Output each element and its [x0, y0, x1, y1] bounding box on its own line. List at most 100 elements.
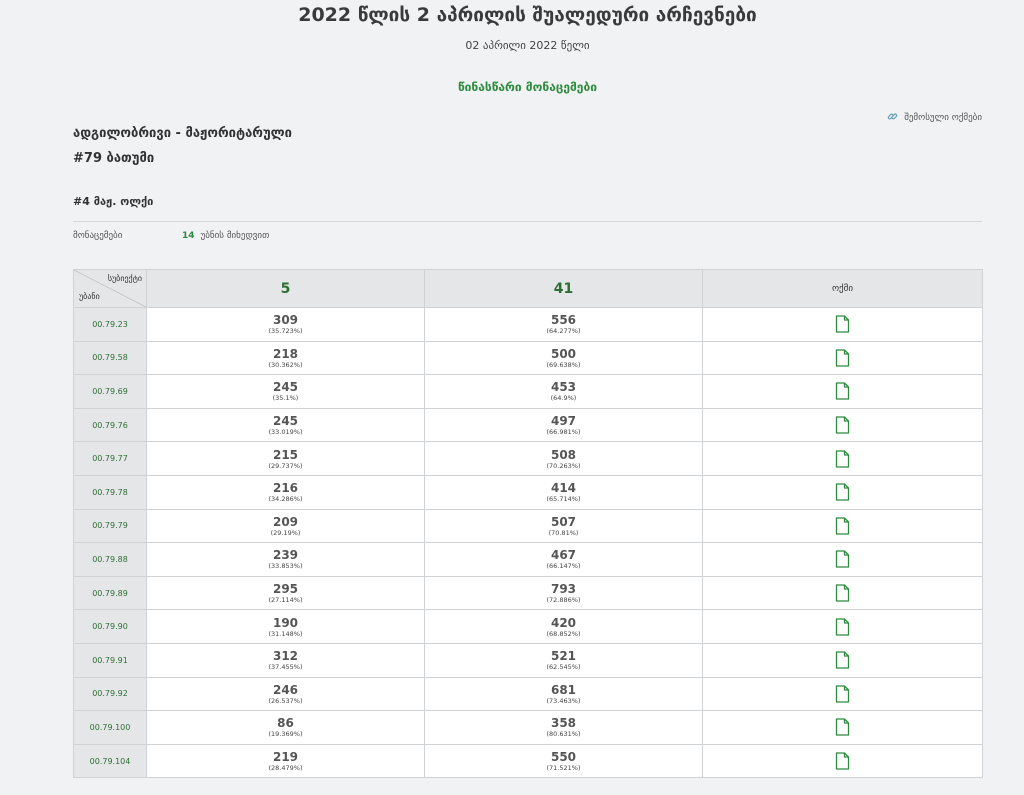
protocol-cell[interactable]	[702, 374, 983, 409]
candidate-header: 5	[146, 269, 425, 308]
protocol-cell[interactable]	[702, 307, 983, 342]
vote-count: 312	[272, 649, 299, 664]
vote-percent: (37.455%)	[268, 663, 303, 672]
precinct-id[interactable]: 00.79.23	[73, 307, 147, 342]
vote-count: 556	[550, 313, 577, 328]
document-icon[interactable]	[703, 718, 982, 737]
protocol-cell[interactable]	[702, 441, 983, 476]
vote-cell: 420 (68.852%)	[424, 609, 703, 644]
table-row: 00.79.78 216 (34.286%) 414 (65.714%)	[73, 474, 983, 510]
vote-percent: (30.362%)	[268, 360, 303, 369]
vote-cell: 245 (33.019%)	[146, 407, 425, 443]
vote-count: 86	[277, 716, 294, 731]
incoming-protocols-label: შემოსული ოქმები	[904, 113, 982, 123]
vote-cell: 550 (71.521%)	[424, 743, 703, 779]
incoming-protocols-link[interactable]: შემოსული ოქმები	[887, 111, 982, 125]
protocol-cell[interactable]	[702, 710, 983, 745]
precinct-id[interactable]: 00.79.91	[73, 642, 147, 678]
preliminary-data-label: წინასწარი მონაცემები	[458, 80, 597, 94]
precinct-id[interactable]: 00.79.88	[73, 542, 147, 577]
document-icon[interactable]	[703, 483, 982, 501]
vote-cell: 793 (72.886%)	[424, 575, 703, 611]
election-type: ადგილობრივი - მაჟორიტარული	[73, 126, 292, 141]
precinct-id[interactable]: 00.79.100	[73, 710, 147, 745]
vote-percent: (35.1%)	[272, 394, 299, 403]
vote-count: 246	[272, 682, 299, 697]
document-icon[interactable]	[703, 382, 982, 401]
table-row: 00.79.104 219 (28.479%) 550 (71.521%)	[73, 743, 983, 779]
precinct-id[interactable]: 00.79.89	[73, 575, 147, 611]
vote-count: 420	[550, 615, 577, 630]
protocol-cell[interactable]	[702, 407, 983, 443]
vote-cell: 521 (62.545%)	[424, 642, 703, 678]
precinct-id[interactable]: 00.79.76	[73, 407, 147, 443]
protocol-cell[interactable]	[702, 642, 983, 678]
table-row: 00.79.79 209 (29.19%) 507 (70.81%)	[73, 508, 983, 544]
protocol-cell[interactable]	[702, 474, 983, 510]
vote-count: 414	[550, 481, 577, 496]
vote-cell: 295 (27.114%)	[146, 575, 425, 611]
precinct-id[interactable]: 00.79.78	[73, 474, 147, 510]
precinct-id[interactable]: 00.79.90	[73, 609, 147, 644]
document-icon[interactable]	[703, 651, 982, 669]
table-row: 00.79.58 218 (30.362%) 500 (69.638%)	[73, 340, 983, 376]
vote-count: 681	[550, 682, 577, 697]
document-icon[interactable]	[703, 752, 982, 770]
vote-count: 497	[550, 414, 577, 429]
document-icon[interactable]	[703, 315, 982, 333]
subject-header-label: სუბიექტი	[107, 274, 142, 283]
vote-cell: 246 (26.537%)	[146, 676, 425, 712]
vote-percent: (34.286%)	[268, 495, 303, 504]
document-icon[interactable]	[703, 584, 982, 602]
precinct-count: 14	[182, 231, 195, 241]
document-icon[interactable]	[703, 617, 982, 636]
vote-count: 793	[550, 582, 577, 597]
vote-cell: 414 (65.714%)	[424, 474, 703, 510]
vote-cell: 86 (19.369%)	[146, 710, 425, 745]
document-icon[interactable]	[703, 450, 982, 468]
vote-percent: (68.852%)	[546, 629, 581, 638]
vote-count: 500	[550, 346, 577, 361]
precinct-id[interactable]: 00.79.77	[73, 441, 147, 476]
vote-count: 218	[272, 346, 299, 361]
document-icon[interactable]	[703, 349, 982, 367]
document-icon[interactable]	[703, 416, 982, 434]
vote-count: 550	[550, 750, 577, 765]
table-header-row: სუბიექტი უბანი 5 41 ოქმი	[73, 269, 983, 308]
protocol-cell[interactable]	[702, 340, 983, 376]
vote-count: 521	[550, 649, 577, 664]
table-row: 00.79.91 312 (37.455%) 521 (62.545%)	[73, 642, 983, 678]
vote-percent: (33.019%)	[268, 428, 303, 437]
precinct-id[interactable]: 00.79.104	[73, 743, 147, 779]
vote-cell: 358 (80.631%)	[424, 710, 703, 745]
document-icon[interactable]	[703, 517, 982, 535]
protocol-cell[interactable]	[702, 542, 983, 577]
precinct-id[interactable]: 00.79.92	[73, 676, 147, 712]
protocol-cell[interactable]	[702, 508, 983, 544]
table-row: 00.79.23 309 (35.723%) 556 (64.277%)	[73, 307, 983, 342]
protocol-cell[interactable]	[702, 609, 983, 644]
vote-percent: (31.148%)	[268, 629, 303, 638]
district-name: #79 ბათუმი	[73, 151, 155, 166]
precinct-header-label: უბანი	[79, 292, 100, 301]
protocol-cell[interactable]	[702, 743, 983, 779]
precinct-id[interactable]: 00.79.79	[73, 508, 147, 544]
document-icon[interactable]	[703, 550, 982, 569]
vote-cell: 453 (64.9%)	[424, 374, 703, 409]
precinct-id[interactable]: 00.79.69	[73, 374, 147, 409]
vote-percent: (29.19%)	[270, 528, 301, 537]
divider	[73, 221, 982, 222]
vote-percent: (35.723%)	[268, 327, 303, 336]
table-row: 00.79.77 215 (29.737%) 508 (70.263%)	[73, 441, 983, 476]
protocol-cell[interactable]	[702, 676, 983, 712]
vote-percent: (28.479%)	[268, 764, 303, 773]
vote-cell: 239 (33.853%)	[146, 542, 425, 577]
constituency-name: #4 მაჟ. ოლქი	[73, 195, 154, 208]
vote-count: 209	[272, 514, 299, 529]
vote-count: 507	[550, 514, 577, 529]
table-row: 00.79.76 245 (33.019%) 497 (66.981%)	[73, 407, 983, 443]
vote-count: 508	[550, 447, 577, 462]
document-icon[interactable]	[703, 685, 982, 703]
precinct-id[interactable]: 00.79.58	[73, 340, 147, 376]
protocol-cell[interactable]	[702, 575, 983, 611]
